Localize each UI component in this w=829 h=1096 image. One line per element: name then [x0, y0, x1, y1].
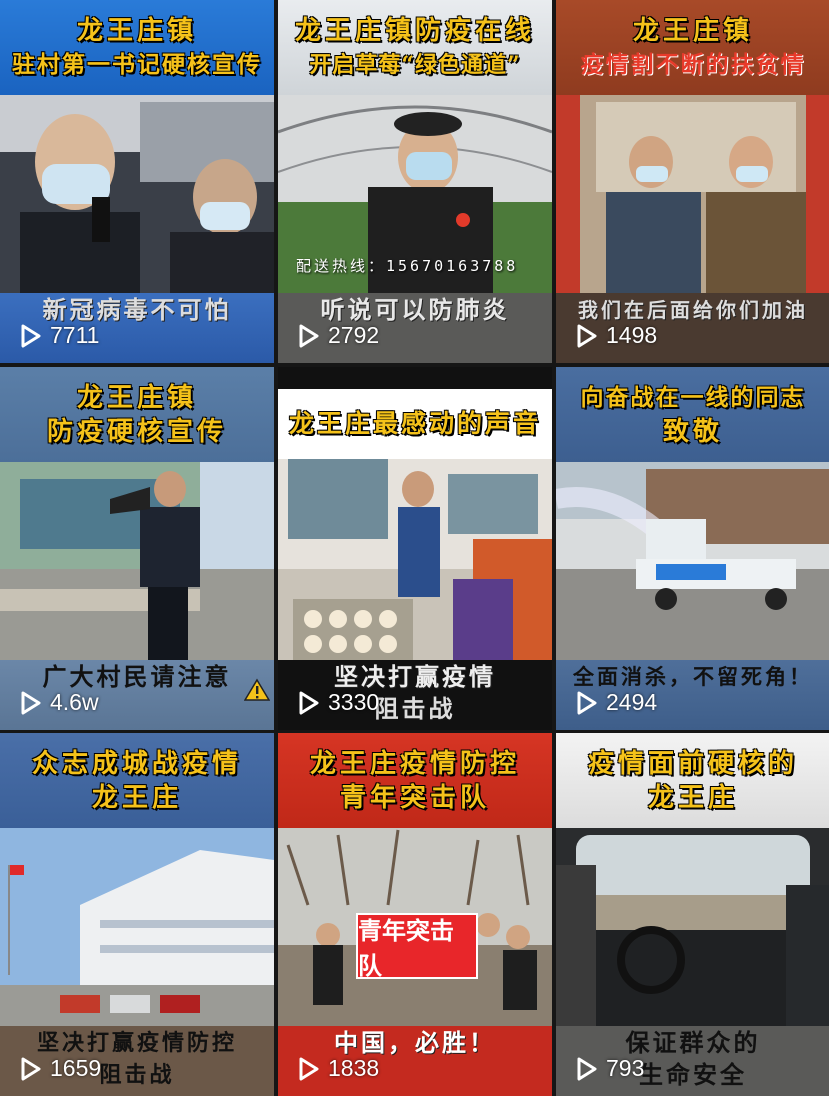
video-thumbnail — [0, 825, 274, 1030]
video-caption: 全面消杀，不留死角！ — [573, 664, 813, 689]
video-caption: 中国，必胜！ — [334, 1028, 496, 1057]
warning-icon — [244, 678, 270, 701]
play-icon — [299, 324, 319, 347]
view-count-text: 1838 — [328, 1055, 380, 1081]
video-tile[interactable]: 龙王庄镇防疫在线 开启草莓“绿色通道” 配送热线：15670163788 听说可… — [278, 0, 552, 363]
view-count: 3330 — [298, 689, 379, 716]
view-count-text: 3330 — [328, 689, 380, 715]
video-caption: 新冠病毒不可怕 — [42, 295, 232, 324]
team-banner: 青年突击队 — [356, 913, 478, 980]
view-count-text: 7711 — [50, 322, 100, 348]
video-grid: 龙王庄镇 驻村第一书记硬核宣传 新冠病毒不可怕 7711 龙王庄镇防疫在线 开启… — [0, 0, 829, 1096]
video-caption: 广大村民请注意 — [42, 662, 232, 691]
video-thumbnail — [556, 825, 829, 1030]
view-count: 2792 — [298, 322, 379, 349]
play-icon — [299, 1057, 319, 1080]
video-title: 龙王庄最感动的声音 — [278, 389, 552, 459]
hotline-text: 配送热线：15670163788 — [296, 257, 519, 275]
video-thumbnail — [278, 459, 552, 664]
view-count-text: 1659 — [50, 1055, 102, 1081]
video-tile[interactable]: 龙王庄疫情防控 青年突击队 青年突击队 中国，必胜！ 1838 — [278, 733, 552, 1096]
video-title: 龙王庄疫情防控 青年突击队 — [278, 733, 552, 828]
video-tile[interactable]: 龙王庄镇 防疫硬核宣传 广大村民请注意 4.6w — [0, 367, 274, 730]
play-icon — [577, 324, 597, 347]
video-caption: 我们在后面给你们加油 — [578, 298, 808, 322]
view-count-text: 1498 — [606, 322, 658, 348]
video-title: 龙王庄镇防疫在线 开启草莓“绿色通道” — [278, 0, 552, 95]
video-tile[interactable]: 龙王庄镇 驻村第一书记硬核宣传 新冠病毒不可怕 7711 — [0, 0, 274, 363]
video-caption: 听说可以防肺炎 — [320, 295, 510, 324]
view-count-text: 4.6w — [50, 689, 99, 715]
view-count: 7711 — [20, 322, 99, 349]
video-thumbnail — [556, 459, 829, 664]
video-title: 龙王庄镇 防疫硬核宣传 — [0, 367, 274, 462]
video-title: 龙王庄镇 疫情割不断的扶贫情 — [556, 0, 829, 95]
video-title: 龙王庄镇 驻村第一书记硬核宣传 — [0, 0, 274, 95]
view-count-text: 2792 — [328, 322, 380, 348]
video-thumbnail — [0, 459, 274, 664]
view-count: 2494 — [576, 689, 657, 716]
play-icon — [21, 324, 41, 347]
view-count: 1659 — [20, 1055, 101, 1082]
video-tile[interactable]: 龙王庄最感动的声音 坚决打赢疫情 阻击战 3330 — [278, 367, 552, 730]
video-title: 疫情面前硬核的 龙王庄 — [556, 733, 829, 828]
video-caption: 坚决打赢疫情 — [334, 662, 496, 691]
video-tile[interactable]: 龙王庄镇 疫情割不断的扶贫情 我们在后面给你们加油 1498 — [556, 0, 829, 363]
view-count: 4.6w — [20, 689, 99, 716]
view-count: 1838 — [298, 1055, 379, 1082]
video-thumbnail — [556, 92, 829, 297]
view-count-text: 2494 — [606, 689, 658, 715]
play-icon — [21, 1057, 41, 1080]
view-count-text: 793 — [606, 1055, 645, 1081]
play-icon — [299, 691, 319, 714]
play-icon — [577, 1057, 597, 1080]
video-caption: 保证群众的 — [625, 1028, 761, 1057]
video-caption: 坚决打赢疫情防控 — [36, 1030, 237, 1056]
video-tile[interactable]: 疫情面前硬核的 龙王庄 保证群众的 生命安全 793 — [556, 733, 829, 1096]
view-count: 1498 — [576, 322, 657, 349]
video-tile[interactable]: 向奋战在一线的同志 致敬 全面消杀，不留死角！ 2494 — [556, 367, 829, 730]
play-icon — [21, 691, 41, 714]
video-tile[interactable]: 众志成城战疫情 龙王庄 坚决打赢疫情防控 阻击战 1659 — [0, 733, 274, 1096]
view-count: 793 — [576, 1055, 644, 1082]
video-title: 众志成城战疫情 龙王庄 — [0, 733, 274, 828]
video-title: 向奋战在一线的同志 致敬 — [556, 367, 829, 462]
play-icon — [577, 691, 597, 714]
video-thumbnail — [0, 92, 274, 297]
